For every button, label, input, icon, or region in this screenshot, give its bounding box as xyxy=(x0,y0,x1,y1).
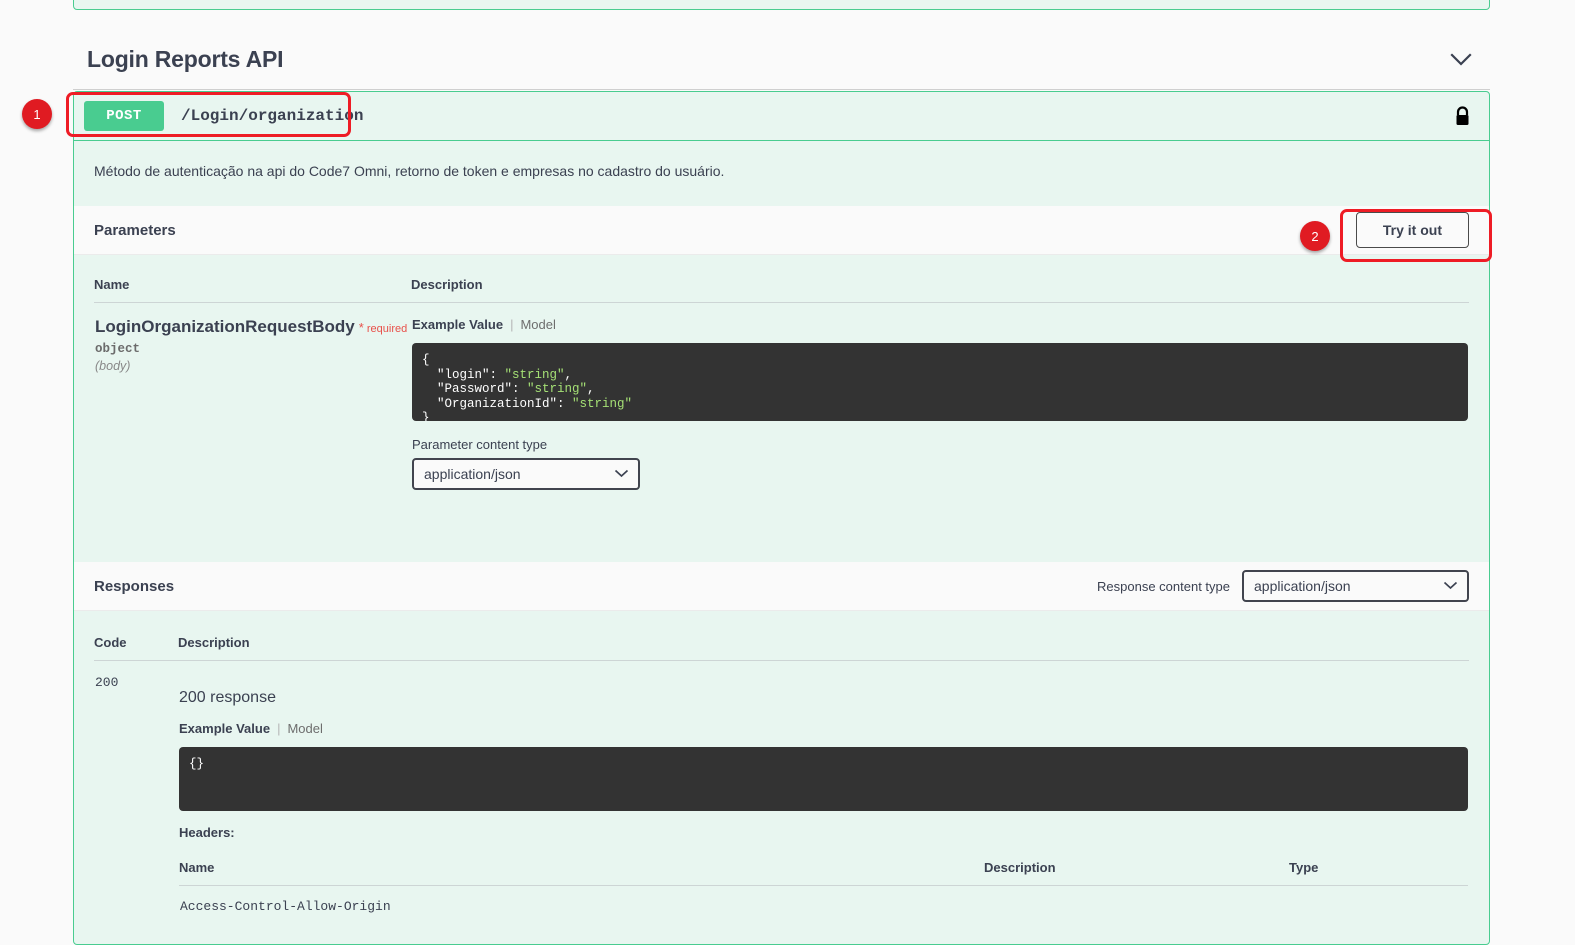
try-it-out-button[interactable]: Try it out xyxy=(1355,212,1469,248)
header-description xyxy=(984,886,1289,916)
required-star: * xyxy=(358,320,364,335)
response-code: 200 xyxy=(95,675,119,690)
table-row: Access-Control-Allow-Origin xyxy=(179,886,1468,916)
parameters-table-area: Name Description LoginOrganizationReques… xyxy=(74,255,1489,491)
response-content-type-select[interactable]: application/json xyxy=(1242,570,1469,602)
responses-table-head: Code Description xyxy=(94,627,1469,661)
column-header-type: Type xyxy=(1289,852,1468,886)
responses-header-band: Responses Response content type applicat… xyxy=(74,561,1489,611)
parameter-name: LoginOrganizationRequestBody xyxy=(95,317,355,336)
column-header-name: Name xyxy=(179,852,984,886)
parameter-type: object xyxy=(95,342,141,356)
parameter-description-cell: Example Value | Model { "login": "string",… xyxy=(411,303,1469,492)
operation-description: Método de autenticação na api do Code7 O… xyxy=(94,163,725,179)
annotation-marker-2: 2 xyxy=(1300,221,1330,251)
required-marker: * required xyxy=(358,320,408,335)
previous-operation-block[interactable] xyxy=(73,0,1490,10)
lock-icon[interactable] xyxy=(1454,105,1471,127)
column-header-code: Code xyxy=(94,627,178,661)
headers-table-head: Name Description Type xyxy=(179,852,1468,886)
response-content-type-label: Response content type xyxy=(1097,578,1230,594)
header-name: Access-Control-Allow-Origin xyxy=(180,899,391,914)
chevron-down-icon[interactable] xyxy=(1446,45,1476,75)
parameters-heading: Parameters xyxy=(94,221,176,239)
response-headers-label: Headers: xyxy=(179,825,235,840)
annotation-marker-1: 1 xyxy=(22,99,52,129)
tab-example-value[interactable]: Example Value xyxy=(412,317,503,332)
column-header-description: Description xyxy=(411,269,1469,303)
tab-divider: | xyxy=(510,317,514,332)
table-row: 200 200 response Example Value | Model {} … xyxy=(94,661,1469,917)
parameters-table: Name Description LoginOrganizationReques… xyxy=(94,269,1469,491)
header-type xyxy=(1289,886,1468,916)
swagger-ui-page: Login Reports API POST /Login/organizati… xyxy=(0,0,1575,945)
column-header-name: Name xyxy=(94,269,411,303)
response-content-type-wrap: application/json xyxy=(1242,570,1469,602)
parameter-content-type-label: Parameter content type xyxy=(412,437,548,452)
responses-table-area: Code Description 200 200 response Exampl… xyxy=(74,611,1489,916)
parameter-content-type-wrap: application/json xyxy=(412,458,640,490)
request-example-code-text: { "login": "string", "Password": "string… xyxy=(422,353,633,421)
tab-model[interactable]: Model xyxy=(520,317,555,332)
page-title: Login Reports API xyxy=(87,46,284,72)
table-row: LoginOrganizationRequestBody * required o… xyxy=(94,303,1469,492)
column-header-description: Description xyxy=(984,852,1289,886)
api-section-header[interactable]: Login Reports API xyxy=(73,30,1490,90)
parameter-location: (body) xyxy=(95,359,131,373)
example-model-tabs: Example Value | Model xyxy=(412,317,1468,332)
tab-model[interactable]: Model xyxy=(287,721,322,736)
response-example-code-text: {} xyxy=(189,757,205,771)
operation-block-post: POST /Login/organization Método de auten… xyxy=(73,91,1490,945)
tab-example-value[interactable]: Example Value xyxy=(179,721,270,736)
required-label: required xyxy=(366,323,408,335)
example-model-tabs: Example Value | Model xyxy=(179,721,1468,736)
responses-heading: Responses xyxy=(94,577,175,595)
response-example-code: {} xyxy=(179,747,1468,811)
response-title: 200 response xyxy=(179,689,276,706)
parameter-name-cell: LoginOrganizationRequestBody * required o… xyxy=(94,303,411,492)
parameters-table-head: Name Description xyxy=(94,269,1469,303)
http-method-badge: POST xyxy=(84,101,164,131)
response-details-cell: 200 response Example Value | Model {} Head… xyxy=(178,661,1469,917)
operation-path: /Login/organization xyxy=(181,107,364,125)
operation-summary-bar[interactable]: POST /Login/organization xyxy=(74,92,1489,141)
request-example-code: { "login": "string", "Password": "string… xyxy=(412,343,1468,421)
response-headers-table: Name Description Type Access-Control-All… xyxy=(179,852,1468,915)
column-header-description: Description xyxy=(178,627,1469,661)
parameter-content-type-select[interactable]: application/json xyxy=(412,458,640,490)
responses-table: Code Description 200 200 response Exampl… xyxy=(94,627,1469,916)
parameters-header-band: Parameters Try it out xyxy=(74,205,1489,255)
tab-divider: | xyxy=(277,721,281,736)
